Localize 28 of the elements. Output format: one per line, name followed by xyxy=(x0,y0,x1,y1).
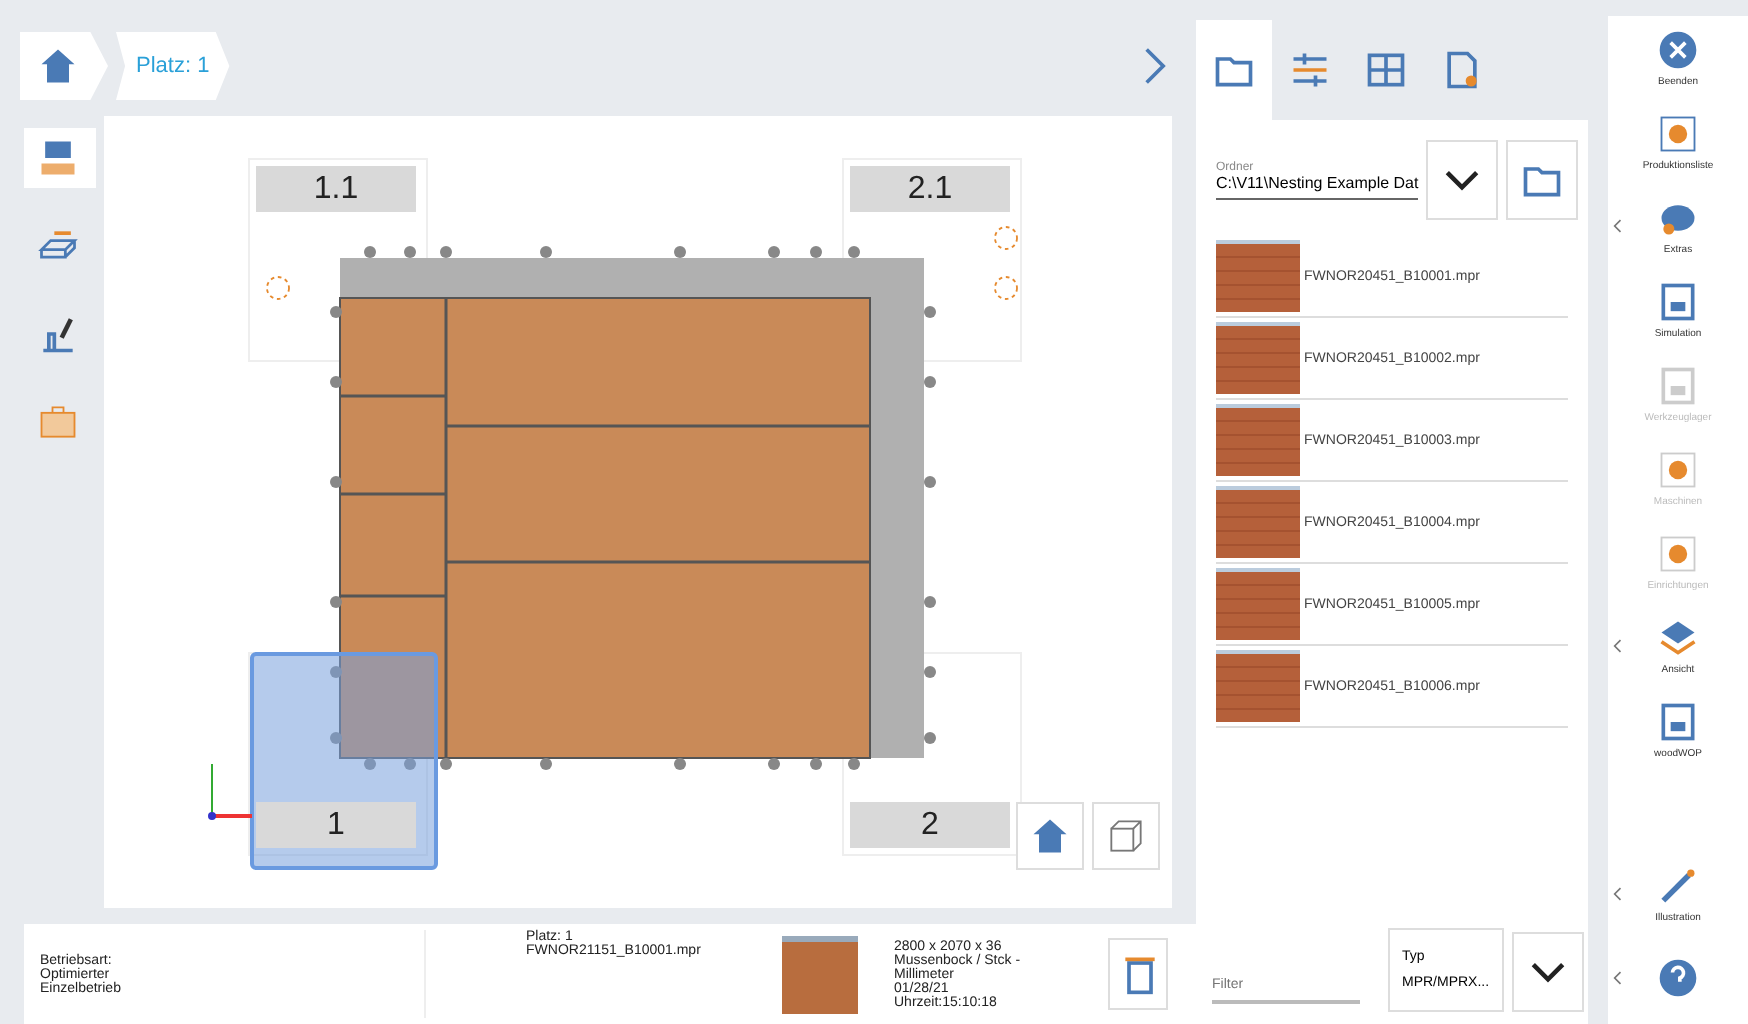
home-button[interactable] xyxy=(20,32,108,100)
sliders-icon xyxy=(1288,48,1332,92)
panel-tab[interactable] xyxy=(1196,20,1272,120)
help-icon xyxy=(1656,956,1700,1000)
home-view-button[interactable] xyxy=(1016,802,1084,870)
machine-icon xyxy=(36,136,80,180)
station-label: 1 xyxy=(256,802,416,848)
station-label: 2 xyxy=(850,802,1010,848)
screen-icon xyxy=(1656,700,1700,744)
layers-icon xyxy=(1656,616,1700,660)
dropdown-button[interactable] xyxy=(1511,932,1584,1012)
cube-view-button[interactable] xyxy=(1092,802,1160,870)
pen-icon xyxy=(1656,864,1700,908)
dropdown-button[interactable] xyxy=(1426,140,1499,220)
home-icon xyxy=(1028,814,1072,858)
browse-button[interactable] xyxy=(1506,140,1579,220)
cube-icon xyxy=(1104,814,1148,858)
case-icon xyxy=(36,400,80,444)
close-icon xyxy=(1656,28,1700,72)
screen-icon xyxy=(1656,280,1700,324)
delete-button[interactable] xyxy=(1108,938,1168,1010)
station-label: 1.1 xyxy=(256,166,416,212)
plate-thumbnail xyxy=(782,935,858,1013)
tool-button[interactable] xyxy=(24,128,96,188)
screen-icon xyxy=(1656,364,1700,408)
station-label: 2.1 xyxy=(850,166,1010,212)
grid-icon xyxy=(1364,48,1408,92)
home-icon xyxy=(36,44,80,88)
